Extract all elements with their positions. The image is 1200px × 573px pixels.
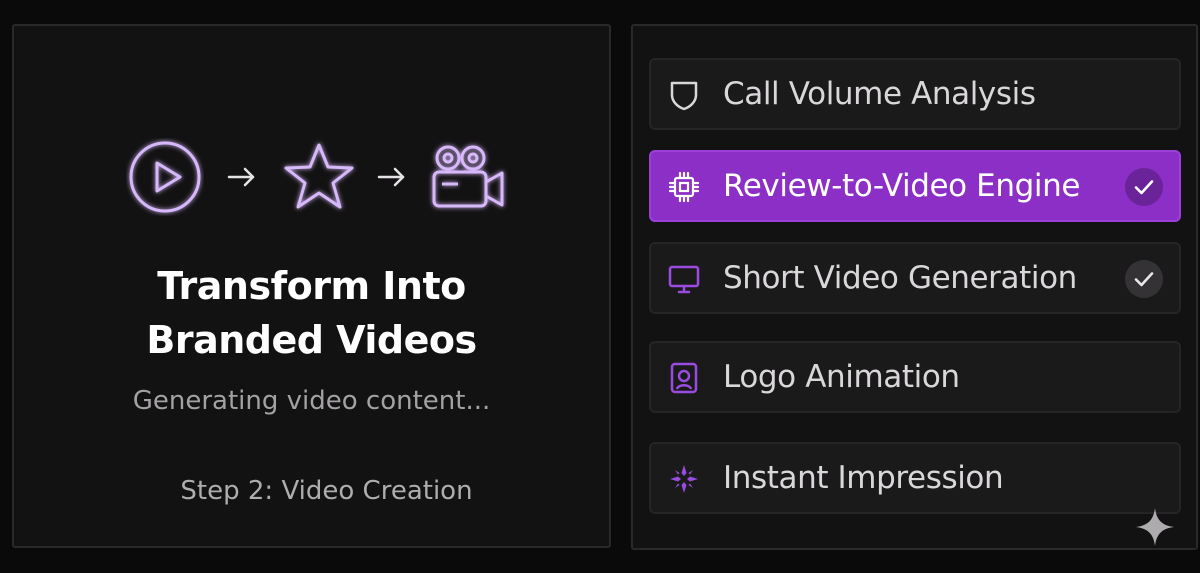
generation-status: Generating video content...	[132, 386, 491, 416]
feature-item-instant-impression[interactable]: Instant Impression	[649, 442, 1181, 514]
star-icon	[280, 138, 358, 216]
feature-label: Logo Animation	[723, 359, 960, 395]
check-icon	[1125, 168, 1163, 206]
feature-label: Instant Impression	[723, 460, 1004, 496]
video-camera-icon	[428, 138, 508, 216]
feature-item-review-to-video-engine[interactable]: Review-to-Video Engine	[649, 150, 1181, 222]
workflow-icon-row	[126, 138, 506, 218]
play-circle-icon	[126, 138, 204, 216]
progress-panel: Transform Into Branded Videos Generating…	[12, 24, 611, 548]
portrait-badge-icon	[667, 361, 701, 395]
feature-item-logo-animation[interactable]: Logo Animation	[649, 341, 1181, 413]
headline-line-1: Transform Into	[157, 264, 466, 308]
feature-item-short-video-generation[interactable]: Short Video Generation	[649, 242, 1181, 314]
sparkle-watermark-icon	[1134, 506, 1176, 548]
feature-label: Review-to-Video Engine	[723, 168, 1081, 204]
arrow-right-icon	[226, 162, 258, 192]
check-icon	[1125, 260, 1163, 298]
shield-icon	[667, 78, 701, 112]
step-indicator: Step 2: Video Creation	[180, 476, 473, 506]
cpu-chip-icon	[667, 170, 701, 204]
monitor-icon	[667, 262, 701, 296]
arrow-right-icon	[376, 162, 408, 192]
feature-label: Short Video Generation	[723, 260, 1077, 296]
feature-label: Call Volume Analysis	[723, 76, 1036, 112]
feature-list-panel: Call Volume Analysis Review-to-Video Eng…	[631, 24, 1198, 550]
feature-item-call-volume-analysis[interactable]: Call Volume Analysis	[649, 58, 1181, 130]
headline-line-2: Branded Videos	[146, 318, 477, 362]
sparkles-icon	[667, 462, 701, 496]
app-stage: Transform Into Branded Videos Generating…	[0, 0, 1200, 573]
